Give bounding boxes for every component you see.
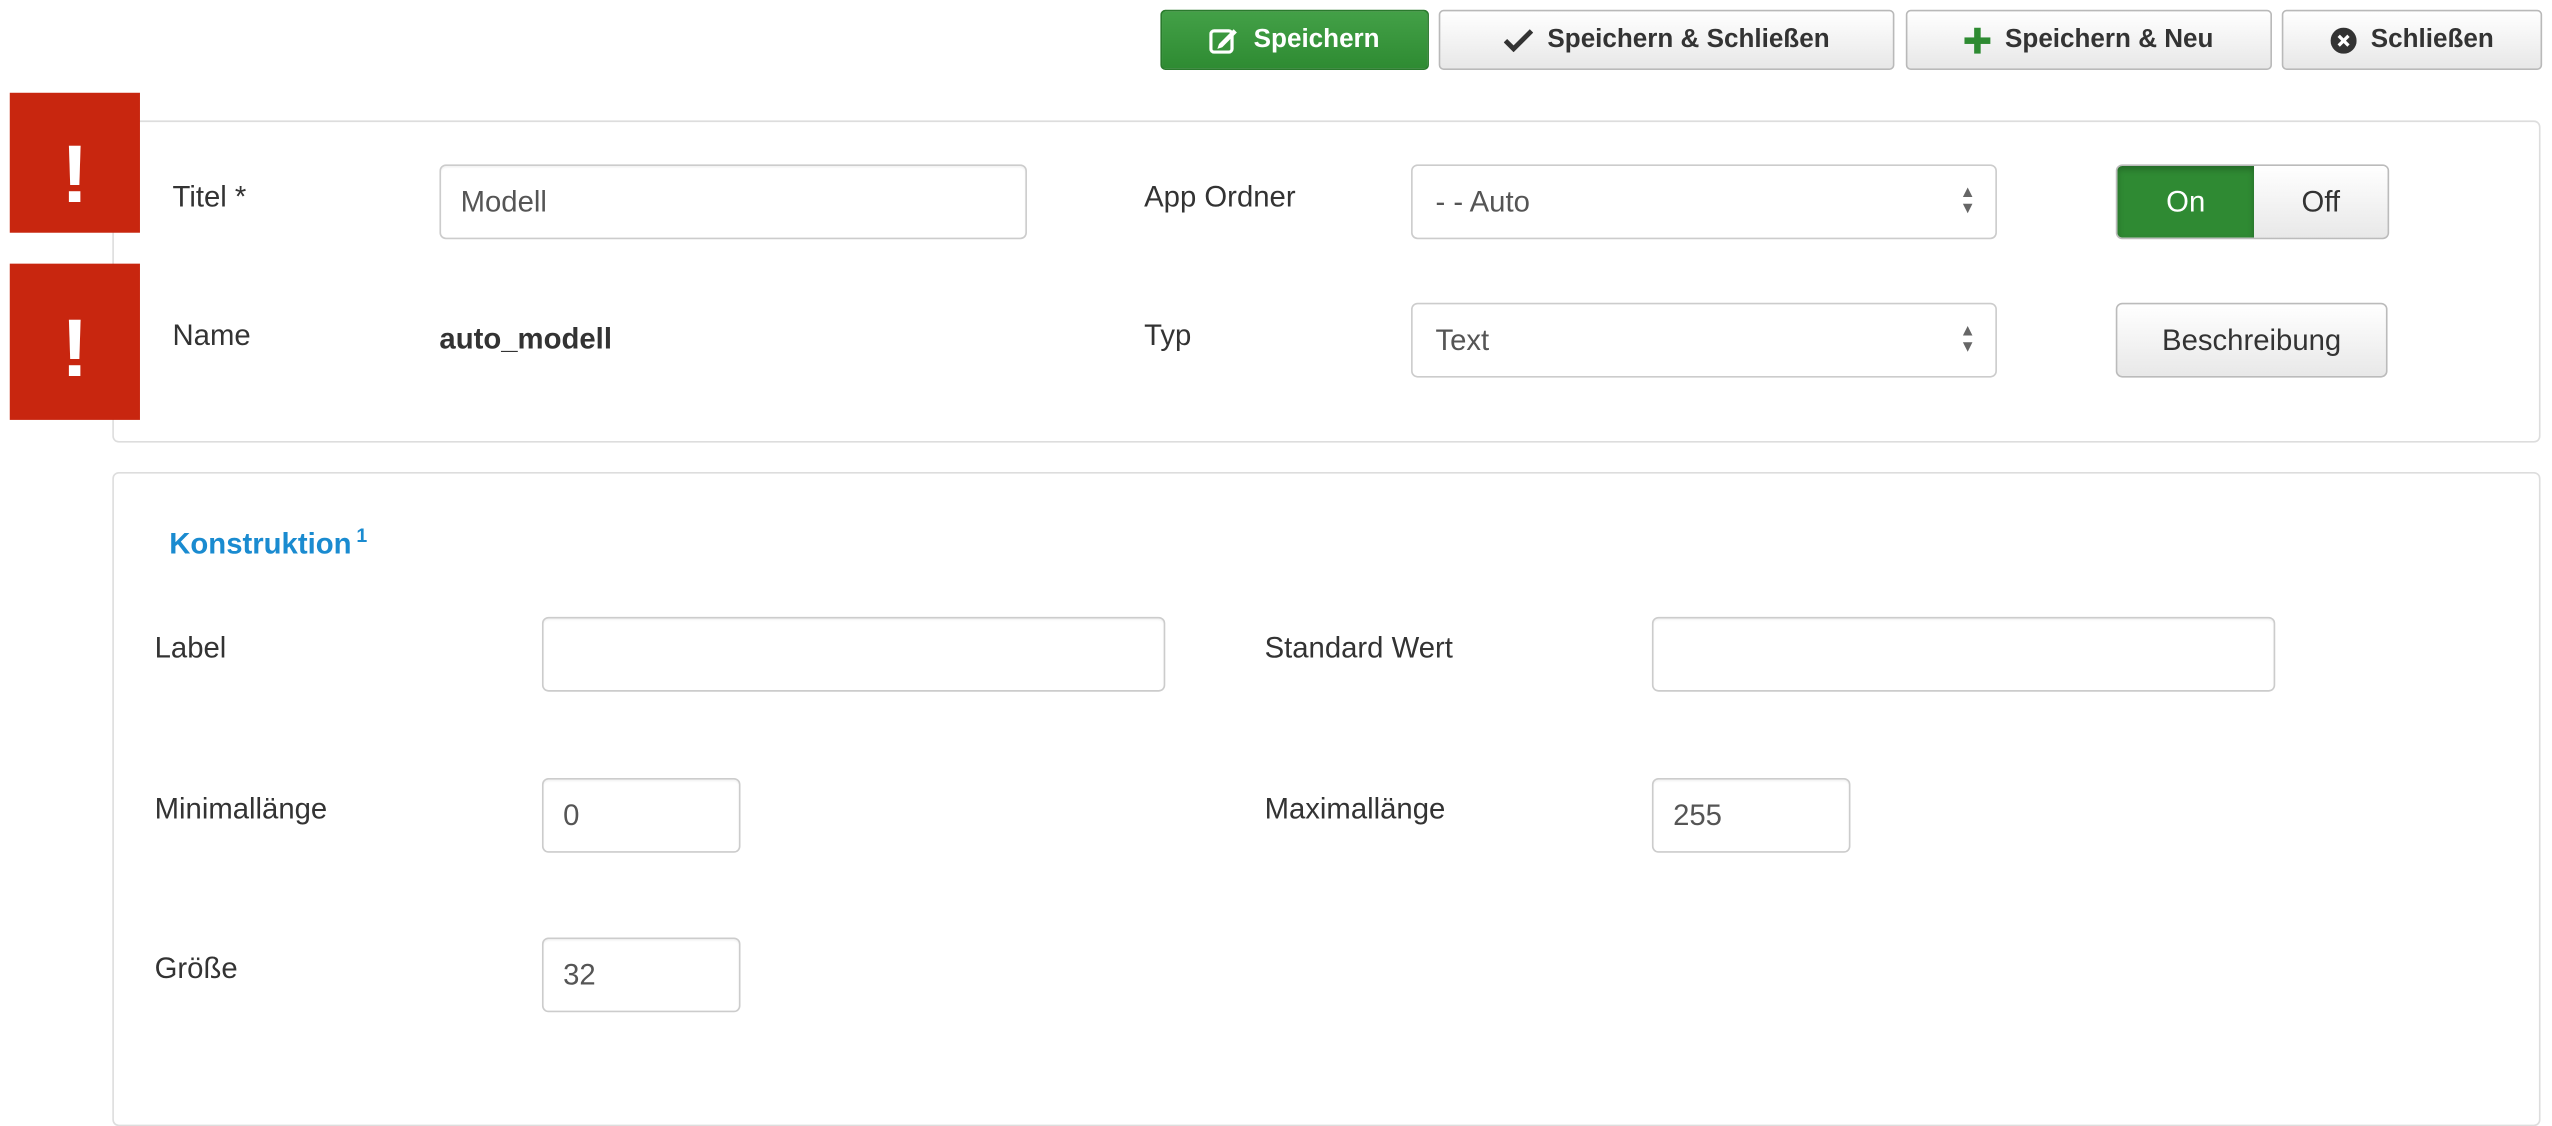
name-warning-marker: !	[9, 263, 140, 420]
type-value: Text	[1435, 323, 1490, 356]
close-button[interactable]: Schließen	[2281, 9, 2543, 70]
app-folder-value: - - Auto	[1435, 184, 1530, 218]
save-new-button[interactable]: Speichern & Neu	[1905, 9, 2272, 70]
save-button[interactable]: Speichern	[1160, 9, 1429, 70]
app-folder-select[interactable]: - - Auto ▲ ▼	[1411, 164, 1997, 240]
select-caret-icon: ▲ ▼	[1959, 183, 1976, 219]
edit-icon	[1209, 28, 1238, 53]
app-folder-label: App Ordner	[1144, 180, 1296, 214]
toggle-on[interactable]: On	[2117, 166, 2255, 238]
toggle-off[interactable]: Off	[2254, 166, 2388, 238]
name-label: Name	[172, 318, 251, 352]
default-value-input[interactable]	[1651, 616, 2276, 692]
construction-title: Konstruktion 1	[169, 524, 367, 561]
plus-icon	[1964, 26, 1991, 53]
construction-title-text: Konstruktion	[169, 527, 352, 560]
check-icon	[1503, 29, 1533, 53]
label-label: Label	[154, 631, 227, 665]
name-value: auto_modell	[439, 322, 612, 355]
save-new-label: Speichern & Neu	[2005, 25, 2214, 53]
size-label: Größe	[154, 952, 238, 985]
type-select[interactable]: Text ▲ ▼	[1411, 302, 1997, 378]
title-warning-marker: !	[9, 92, 140, 233]
save-close-label: Speichern & Schließen	[1547, 25, 1830, 53]
state-toggle[interactable]: On Off	[2115, 164, 2390, 240]
title-label: Titel *	[172, 180, 247, 214]
description-button[interactable]: Beschreibung	[2115, 302, 2388, 378]
min-length-label: Minimallänge	[154, 792, 328, 826]
select-caret-icon: ▲ ▼	[1959, 322, 1976, 357]
close-circle-icon	[2330, 26, 2357, 53]
title-input[interactable]	[439, 164, 1027, 240]
min-length-input[interactable]	[541, 777, 741, 853]
field-editor: Speichern Speichern & Schließen Speicher…	[0, 0, 2552, 1126]
save-close-button[interactable]: Speichern & Schließen	[1438, 9, 1895, 70]
default-value-label: Standard Wert	[1264, 631, 1453, 665]
max-length-label: Maximallänge	[1264, 792, 1446, 826]
close-label: Schließen	[2370, 25, 2494, 53]
label-input[interactable]	[541, 616, 1166, 692]
save-label: Speichern	[1253, 25, 1380, 53]
construction-title-sup: 1	[356, 524, 368, 547]
size-input[interactable]	[541, 937, 741, 1013]
max-length-input[interactable]	[1651, 777, 1851, 853]
type-label: Typ	[1144, 318, 1192, 352]
